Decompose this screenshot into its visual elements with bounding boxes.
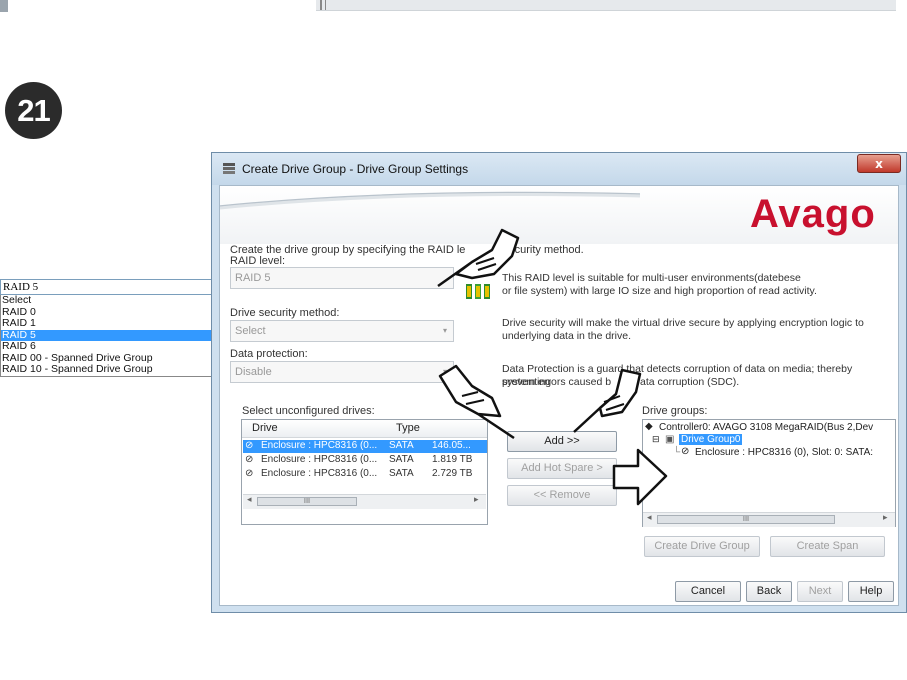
drive-size: 146.05...	[432, 440, 471, 451]
collapse-icon[interactable]: ⊟	[652, 434, 660, 445]
raid-option-selected[interactable]: RAID 5	[1, 329, 237, 341]
back-button[interactable]: Back	[746, 581, 792, 602]
scroll-thumb[interactable]: III	[657, 515, 835, 524]
raid-level-label: RAID level:	[230, 255, 286, 267]
raid-dropdown-selected[interactable]: RAID 5 ▾	[0, 279, 242, 295]
avago-logo: Avago	[750, 192, 876, 236]
groups-horizontal-scrollbar[interactable]: ◂ III ▸	[643, 512, 895, 527]
raid-level-field[interactable]: RAID 5	[230, 267, 454, 289]
drive-group-icon: ▣	[665, 434, 675, 445]
scroll-left-arrow-icon[interactable]: ◂	[247, 495, 252, 505]
disk-icon: ⊘	[681, 446, 690, 457]
top-strip	[0, 0, 907, 14]
protection-description-line2b: ata corruption (SDC).	[640, 376, 740, 388]
scroll-right-arrow-icon[interactable]: ▸	[474, 495, 479, 505]
security-description-line2: underlying data in the drive.	[502, 330, 631, 342]
dialog-client-area: Avago Create the drive group by specifyi…	[219, 185, 899, 606]
unconfigured-drives-label: Select unconfigured drives:	[242, 405, 375, 417]
drive-type: SATA	[389, 440, 414, 451]
drive-size: 1.819 TB	[432, 454, 473, 465]
drive-app-icon	[223, 163, 235, 174]
tree-node-drive[interactable]: Enclosure : HPC8316 (0), Slot: 0: SATA:	[695, 447, 873, 458]
drive-name: Enclosure : HPC8316 (0...	[261, 454, 378, 465]
dialog-title: Create Drive Group - Drive Group Setting…	[242, 162, 469, 176]
raid-option[interactable]: RAID 0	[1, 306, 237, 319]
raid-option[interactable]: RAID 6	[1, 340, 237, 353]
step-number-badge: 21	[5, 82, 62, 139]
drives-horizontal-scrollbar[interactable]: ◂ III ▸	[243, 494, 486, 509]
drive-groups-tree[interactable]: ◆ Controller0: AVAGO 3108 MegaRAID(Bus 2…	[642, 419, 896, 527]
drive-groups-label: Drive groups:	[642, 405, 708, 417]
drive-row-selected[interactable]: ⊘ Enclosure : HPC8316 (0... SATA 146.05.…	[243, 440, 487, 453]
scroll-right-arrow-icon[interactable]: ▸	[883, 513, 888, 523]
title-bar[interactable]: Create Drive Group - Drive Group Setting…	[212, 153, 906, 185]
strip-bar	[316, 0, 896, 11]
data-protection-label: Data protection:	[230, 348, 308, 360]
column-header-drive[interactable]: Drive	[252, 422, 278, 434]
raid-dropdown-selected-text: RAID 5	[3, 281, 39, 293]
pointing-hand-icon	[438, 364, 515, 440]
data-protection-select[interactable]: Disable ▾	[230, 361, 454, 383]
drive-row[interactable]: ⊘ Enclosure : HPC8316 (0... SATA 2.729 T…	[243, 468, 487, 481]
tree-branch-line: └	[673, 447, 681, 458]
drive-type: SATA	[389, 454, 414, 465]
chevron-down-icon: ▾	[442, 326, 447, 335]
help-button[interactable]: Help	[848, 581, 894, 602]
next-button[interactable]: Next	[797, 581, 843, 602]
drive-size: 2.729 TB	[432, 468, 473, 479]
drive-type: SATA	[389, 468, 414, 479]
tree-node-drive-group[interactable]: Drive Group0	[679, 434, 743, 445]
data-protection-value: Disable	[235, 366, 272, 378]
add-hot-spare-button[interactable]: Add Hot Spare >	[507, 458, 617, 479]
security-method-label: Drive security method:	[230, 307, 340, 319]
security-description-line1: Drive security will make the virtual dri…	[502, 317, 864, 329]
raid-dropdown-list: Select RAID 0 RAID 1 RAID 5 RAID 6 RAID …	[0, 294, 238, 377]
disk-icon: ⊘	[245, 468, 254, 479]
close-button[interactable]: x	[857, 154, 901, 173]
raid-option[interactable]: Select	[1, 294, 237, 307]
security-method-value: Select	[235, 325, 266, 337]
raid-level-dropdown[interactable]: RAID 5 ▾ Select RAID 0 RAID 1 RAID 5 RAI…	[0, 279, 242, 377]
scroll-left-arrow-icon[interactable]: ◂	[647, 513, 652, 523]
arrow-right-icon	[612, 448, 668, 506]
scroll-thumb[interactable]: III	[257, 497, 357, 506]
raid-description-line1: This RAID level is suitable for multi-us…	[502, 272, 801, 284]
disk-icon: ⊘	[245, 440, 254, 451]
remove-button[interactable]: << Remove	[507, 485, 617, 506]
create-drive-group-button[interactable]: Create Drive Group	[644, 536, 760, 557]
disk-icon: ⊘	[245, 454, 254, 465]
column-header-type[interactable]: Type	[396, 422, 420, 434]
pointing-hand-icon	[437, 228, 520, 288]
tree-node-controller[interactable]: Controller0: AVAGO 3108 MegaRAID(Bus 2,D…	[659, 422, 873, 433]
header-banner: Avago	[220, 186, 898, 244]
cancel-button[interactable]: Cancel	[675, 581, 741, 602]
pointing-hand-icon	[573, 368, 642, 433]
create-span-button[interactable]: Create Span	[770, 536, 885, 557]
drive-row[interactable]: ⊘ Enclosure : HPC8316 (0... SATA 1.819 T…	[243, 454, 487, 467]
raid-description-line2: or file system) with large IO size and h…	[502, 285, 817, 297]
strip-edge	[0, 0, 8, 12]
drive-name: Enclosure : HPC8316 (0...	[261, 468, 378, 479]
drive-name: Enclosure : HPC8316 (0...	[261, 440, 378, 451]
security-method-select[interactable]: Select ▾	[230, 320, 454, 342]
raid-option[interactable]: RAID 10 - Spanned Drive Group	[1, 363, 237, 376]
raid-option[interactable]: RAID 1	[1, 317, 237, 330]
drive-group-settings-dialog: Create Drive Group - Drive Group Setting…	[211, 152, 907, 613]
